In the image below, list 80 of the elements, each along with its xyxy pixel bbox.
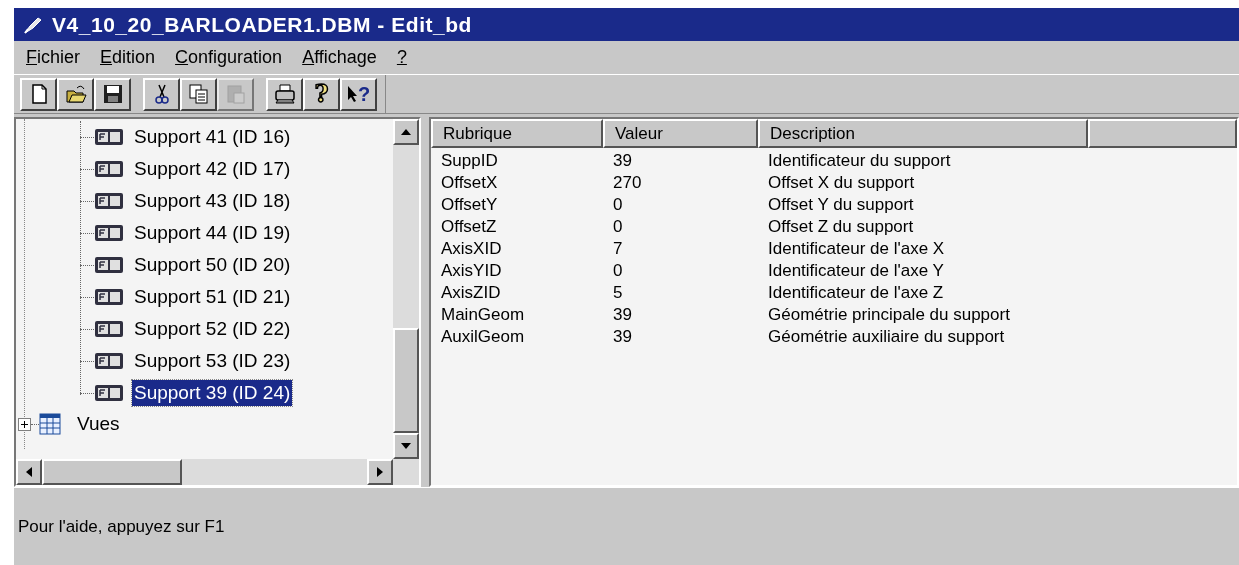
table-cell: 5 — [613, 283, 623, 303]
table-cell: Offset X du support — [768, 173, 915, 193]
table-cell: 0 — [613, 195, 623, 215]
save-button[interactable] — [94, 77, 131, 111]
table-cell: 7 — [613, 239, 623, 259]
table-icon — [39, 413, 61, 435]
copy-icon — [186, 82, 211, 106]
table-cell: 39 — [613, 305, 632, 325]
table-cell: Identificateur de l'axe Z — [768, 283, 944, 303]
menu-item[interactable]: Edition — [100, 44, 156, 71]
table-cell: SuppID — [441, 151, 498, 171]
table-cell: Offset Y du support — [768, 195, 914, 215]
scroll-thumb[interactable] — [42, 459, 182, 485]
vertical-scrollbar[interactable] — [393, 119, 419, 459]
menu-item[interactable]: Configuration — [175, 44, 283, 71]
down-arrow-icon — [401, 443, 411, 449]
table-cell: Identificateur du support — [768, 151, 951, 171]
status-text: Pour l'aide, appuyez sur F1 — [18, 515, 225, 538]
cut-button[interactable] — [143, 77, 180, 111]
table-cell: 39 — [613, 327, 632, 347]
fe-node-icon — [94, 160, 124, 178]
tree-item[interactable]: Support 42 (ID 17) — [132, 156, 293, 182]
table-cell: AxisXID — [441, 239, 502, 259]
table-cell: Géométrie principale du support — [768, 305, 1010, 325]
tree-item[interactable]: Vues — [75, 409, 122, 439]
context-help-button[interactable]: ? — [340, 77, 377, 111]
scroll-left-button[interactable] — [16, 459, 42, 485]
expand-icon[interactable] — [18, 417, 31, 431]
table-cell: 0 — [613, 217, 623, 237]
scroll-right-button[interactable] — [367, 459, 393, 485]
fe-node-icon — [94, 352, 124, 370]
column-header[interactable]: Description — [758, 119, 1088, 148]
fe-node-icon — [94, 224, 124, 242]
up-arrow-icon — [401, 129, 411, 135]
tree-item[interactable]: Support 53 (ID 23) — [132, 348, 293, 374]
menu-item[interactable]: Affichage — [302, 44, 377, 71]
table-cell: 39 — [613, 151, 632, 171]
copy-button[interactable] — [180, 77, 217, 111]
table-cell: MainGeom — [441, 305, 525, 325]
right-arrow-icon — [377, 467, 383, 477]
print-button[interactable] — [266, 77, 303, 111]
tree-item[interactable]: Support 43 (ID 18) — [132, 188, 293, 214]
table-cell: Identificateur de l'axe Y — [768, 261, 944, 281]
table-cell: 270 — [613, 173, 642, 193]
table-cell: AxisZID — [441, 283, 501, 303]
tree-item[interactable]: Support 52 (ID 22) — [132, 316, 293, 342]
table-cell: OffsetY — [441, 195, 498, 215]
pointer-icon — [346, 85, 358, 103]
column-header[interactable]: Valeur — [603, 119, 758, 148]
table-cell: Offset Z du support — [768, 217, 914, 237]
scroll-thumb[interactable] — [393, 328, 419, 433]
table-cell: AuxilGeom — [441, 327, 525, 347]
fe-node-icon — [94, 384, 124, 402]
horizontal-scrollbar[interactable] — [16, 459, 419, 485]
column-header[interactable]: Rubrique — [431, 119, 603, 148]
open-button[interactable] — [57, 77, 94, 111]
tree-item[interactable]: Support 41 (ID 16) — [132, 124, 293, 150]
menu-item[interactable]: ? — [396, 44, 407, 71]
new-button[interactable] — [20, 77, 57, 111]
table-cell: 0 — [613, 261, 623, 281]
window-title: V4_10_20_BARLOADER1.DBM - Edit_bd — [52, 11, 472, 38]
fe-node-icon — [94, 192, 124, 210]
tree-item[interactable]: Support 44 (ID 19) — [132, 220, 293, 246]
printer-icon — [272, 82, 297, 106]
left-arrow-icon — [26, 467, 32, 477]
tree-item[interactable]: Support 51 (ID 21) — [132, 284, 293, 310]
table-cell: Identificateur de l'axe X — [768, 239, 945, 259]
scroll-down-button[interactable] — [393, 433, 419, 459]
menu-item[interactable]: Fichier — [26, 44, 80, 71]
fe-node-icon — [94, 288, 124, 306]
fe-node-icon — [94, 320, 124, 338]
fe-node-icon — [94, 128, 124, 146]
fe-node-icon — [94, 256, 124, 274]
tree-item[interactable]: Support 39 (ID 24) — [132, 380, 293, 406]
tree-item[interactable]: Support 50 (ID 20) — [132, 252, 293, 278]
table-cell: OffsetX — [441, 173, 498, 193]
table-cell: AxisYID — [441, 261, 502, 281]
scroll-up-button[interactable] — [393, 119, 419, 145]
table-cell: Géométrie auxiliaire du support — [768, 327, 1005, 347]
table-cell: OffsetZ — [441, 217, 497, 237]
